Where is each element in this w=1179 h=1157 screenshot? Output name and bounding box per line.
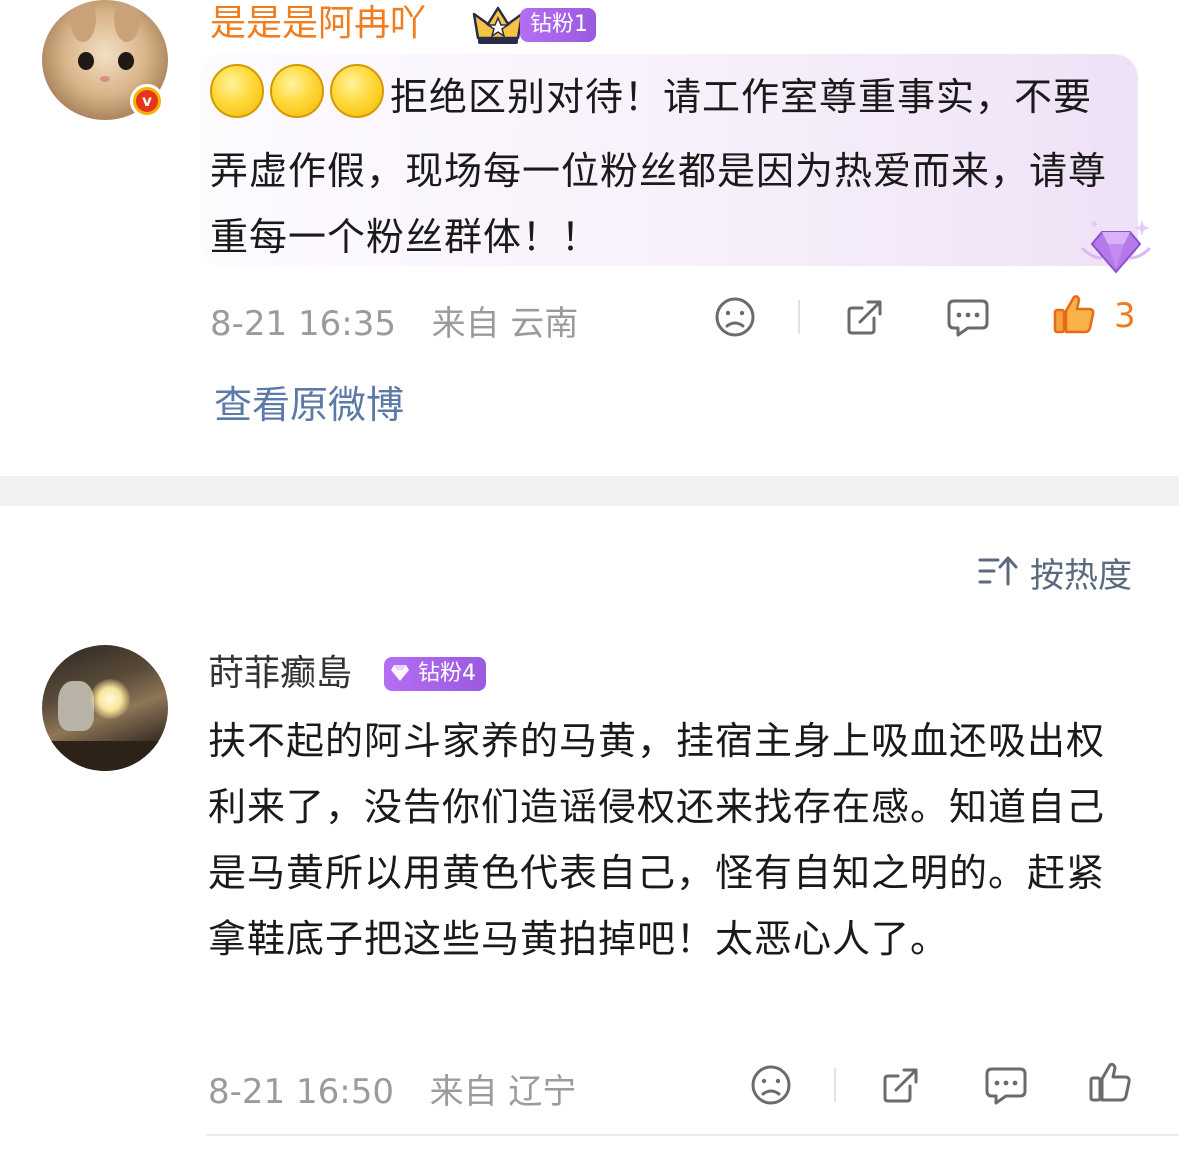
comment-icon[interactable] (984, 1064, 1028, 1106)
crown-icon (472, 6, 524, 44)
share-icon[interactable] (844, 296, 886, 338)
like-icon[interactable] (1088, 1060, 1132, 1104)
fan-level-badge: 钻粉1 (520, 8, 596, 42)
avatar-eye (118, 52, 134, 70)
yellow-circle-emoji-icon (210, 64, 264, 118)
avatar-ear (70, 0, 96, 42)
yellow-circle-emoji-icon (270, 64, 324, 118)
share-icon[interactable] (880, 1064, 922, 1106)
sort-icon (978, 556, 1018, 586)
comment-meta: 8-21 16:50 来自 辽宁 (208, 1064, 576, 1113)
comment-text: 扶不起的阿斗家养的马黄，挂宿主身上吸血还吸出权利来了，没告你们造谣侵权还来找存在… (208, 719, 1106, 961)
emoji-group (210, 64, 390, 138)
avatar-shelf (42, 741, 168, 771)
comment-username[interactable]: 莳菲癫島 (208, 648, 352, 700)
view-original-post-link[interactable]: 查看原微博 (214, 374, 404, 429)
avatar-lamp (90, 679, 130, 719)
comment-icon[interactable] (946, 296, 990, 338)
dislike-face-icon[interactable] (714, 296, 756, 338)
location: 来自 云南 (431, 304, 579, 344)
fan-badge-label: 钻粉4 (418, 661, 476, 686)
timestamp: 8-21 16:50 (208, 1072, 394, 1112)
timestamp: 8-21 16:35 (210, 304, 396, 344)
avatar-eye (78, 52, 94, 70)
fan-level-badge: 钻粉4 (384, 657, 486, 691)
diamond-icon (391, 665, 409, 681)
comment-separator (206, 1134, 1179, 1136)
yellow-circle-emoji-icon (330, 64, 384, 118)
location: 来自 辽宁 (429, 1072, 577, 1112)
divider (834, 1068, 836, 1102)
comment-meta: 8-21 16:35 来自 云南 (210, 296, 578, 345)
comment-text: 拒绝区别对待！请工作室尊重事实，不要弄虚作假，现场每一位粉丝都是因为热爱而来，请… (210, 64, 1110, 270)
dislike-face-icon[interactable] (750, 1064, 792, 1106)
sort-label: 按热度 (1030, 556, 1132, 596)
verified-badge-icon: v (130, 84, 164, 118)
section-divider (0, 476, 1179, 506)
avatar-ear (114, 0, 140, 42)
avatar[interactable] (42, 645, 168, 771)
avatar-nose (100, 76, 110, 82)
divider (798, 300, 800, 334)
like-count: 3 (1114, 296, 1136, 336)
like-icon-active[interactable] (1052, 292, 1096, 336)
comment-username[interactable]: 是是是阿冉吖 (210, 0, 426, 48)
diamond-fan-icon (1080, 220, 1152, 274)
avatar-cat (58, 681, 94, 731)
